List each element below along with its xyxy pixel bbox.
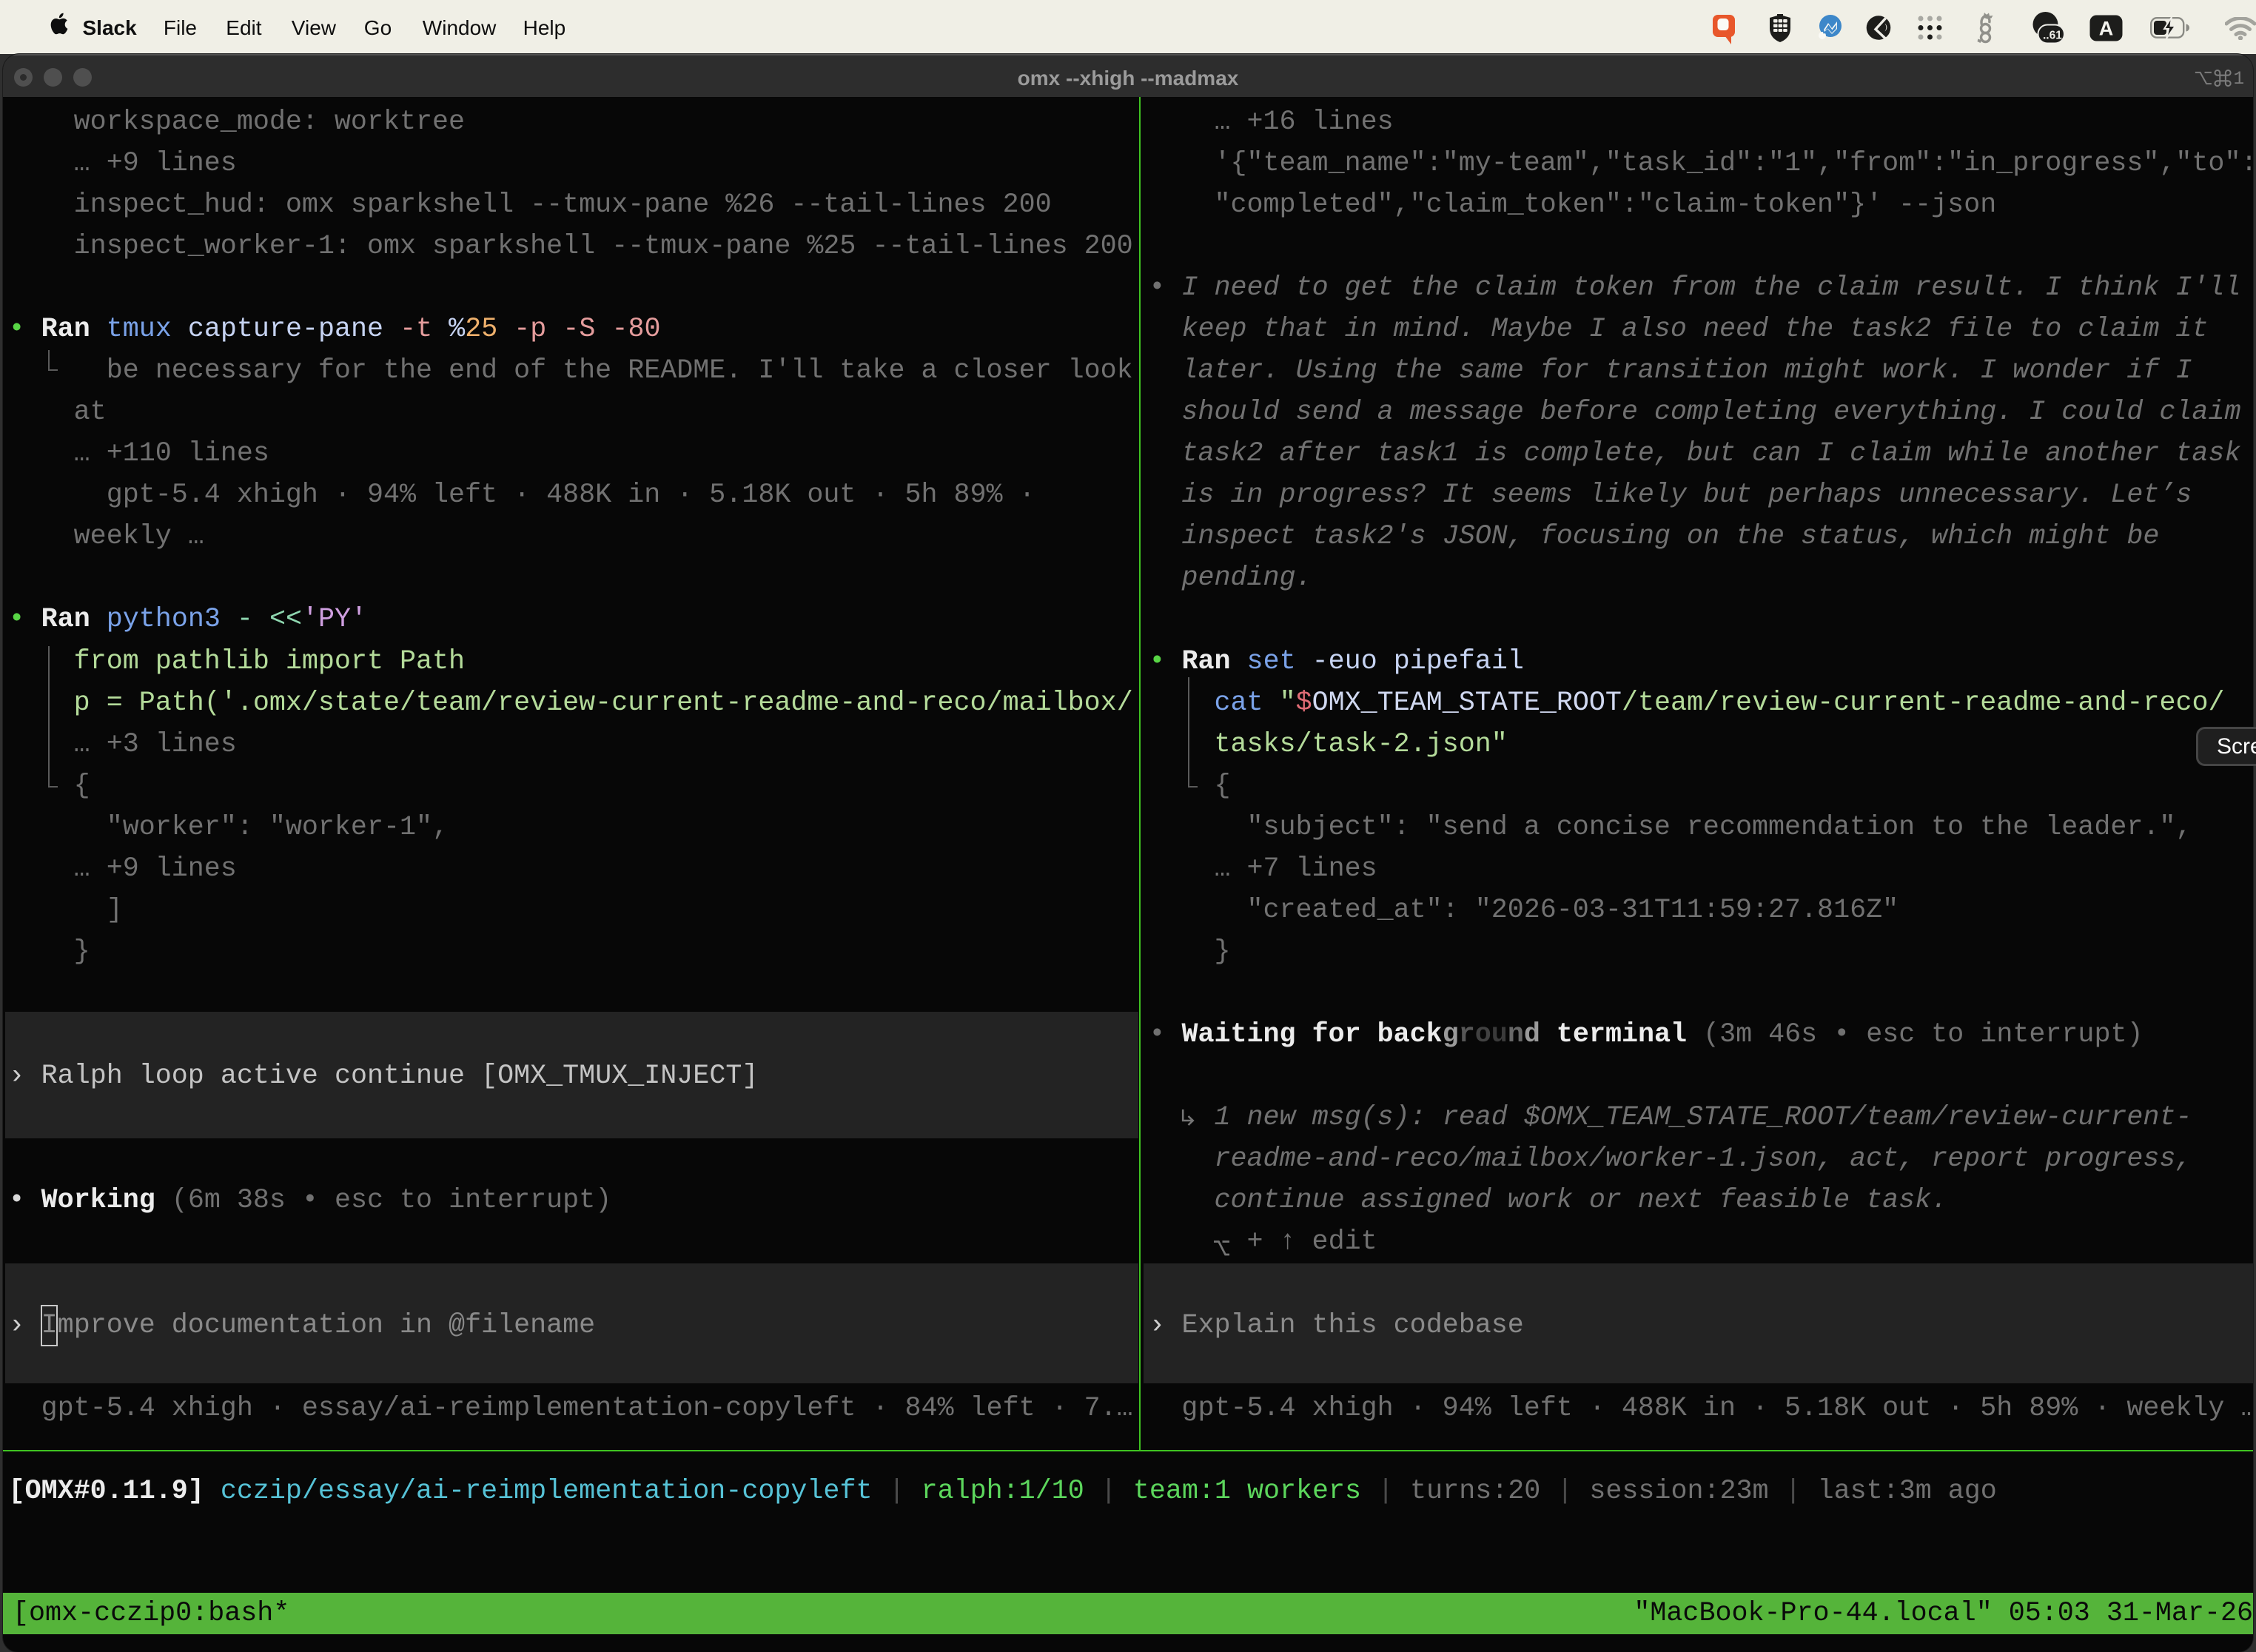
svg-text:A: A: [2099, 18, 2114, 40]
svg-text:..61: ..61: [2043, 30, 2062, 42]
svg-text:1: 1: [2233, 70, 2243, 89]
